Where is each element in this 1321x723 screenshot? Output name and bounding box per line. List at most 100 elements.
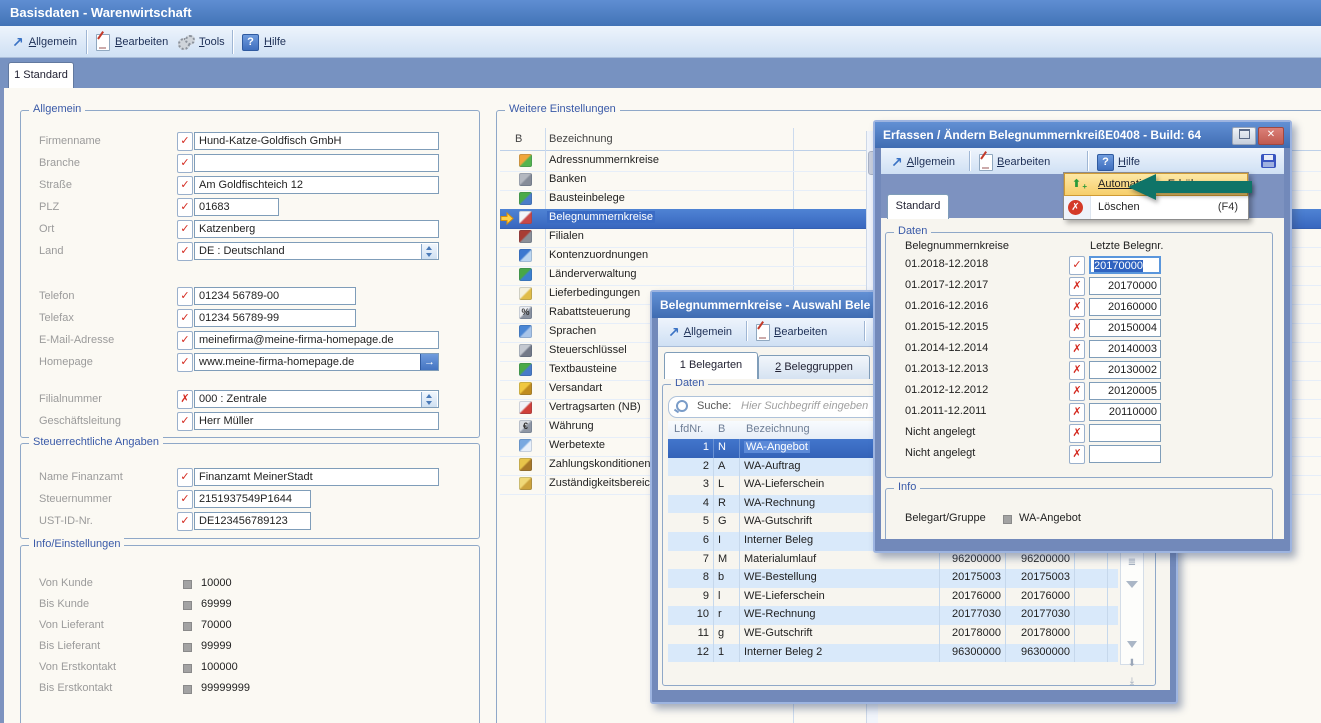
close-button[interactable]: ✕ [1258,127,1284,145]
field-plz[interactable]: 01683 [194,198,279,216]
belegnr-input[interactable]: 20110000 [1089,403,1161,421]
x-icon[interactable]: ✗ [1069,445,1085,464]
open-homepage-icon[interactable]: → [420,353,439,371]
last-row-icon[interactable]: ⤓ [1123,676,1141,687]
check-icon[interactable]: ✓ [177,309,193,328]
range-label: 01.2013-12.2013 [905,363,988,375]
check-icon[interactable]: ✓ [177,154,193,173]
belegnr-input[interactable]: 20170000 [1089,277,1161,295]
field-telefon[interactable]: 01234 56789-00 [194,287,356,305]
check-icon[interactable]: ✓ [177,490,193,509]
menu-item-tools[interactable]: Tools [178,31,225,53]
menu-item-hilfe[interactable]: ?Hilfe [1097,152,1140,172]
info-row-von-kunde: Von Kunde10000 [21,574,471,594]
main-title-bar: Basisdaten - Warenwirtschaft [0,0,1321,26]
field-firmenname[interactable]: Hund-Katze-Goldfisch GmbH [194,132,439,150]
save-icon[interactable] [1261,154,1276,168]
field-branche[interactable] [194,154,439,172]
menu-item-bearbeiten[interactable]: Bearbeiten [979,152,1050,172]
filter-icon[interactable] [1123,580,1141,591]
belegnr-input[interactable]: 20170000 [1089,256,1161,274]
field-gesch-ftsleitung[interactable]: Herr Müller [194,412,439,430]
check-icon[interactable]: ✓ [177,412,193,431]
x-icon[interactable]: ✗ [1069,298,1085,317]
col-bezeichnung[interactable]: Bezeichnung [746,423,810,435]
menu-item-bearbeiten[interactable]: Bearbeiten [756,322,827,342]
field-label: Telefax [39,312,74,324]
check-icon[interactable]: ✓ [177,331,193,350]
move-down-icon[interactable] [1123,640,1141,651]
field-land[interactable]: DE : Deutschland [194,242,439,260]
belegnr-input[interactable] [1089,445,1161,463]
menu-item-bearbeiten[interactable]: Bearbeiten [96,31,168,53]
check-icon[interactable]: ✓ [177,512,193,531]
field-stra-e[interactable]: Am Goldfischteich 12 [194,176,439,194]
belegnr-input[interactable] [1089,424,1161,442]
x-icon[interactable]: ✗ [1069,277,1085,296]
field-homepage[interactable]: www.meine-firma-homepage.de→ [194,353,439,371]
field-ust-id-nr-[interactable]: DE123456789123 [194,512,311,530]
table-row[interactable]: 9lWE-Lieferschein2017600020176000 [668,588,1118,607]
tab-standard-edit[interactable]: Standard [887,194,949,219]
nummernkreis-row: 01.2017-12.2017✗20170000 [881,277,1271,297]
check-icon[interactable]: ✓ [177,353,193,372]
field-steuernummer[interactable]: 2151937549P1644 [194,490,311,508]
cell-code: b [714,569,740,588]
x-icon[interactable]: ✗ [1069,403,1085,422]
check-icon[interactable]: ✓ [1069,256,1085,275]
restore-button[interactable] [1232,127,1256,145]
list-icon[interactable]: ≣ [1123,557,1141,568]
field-filialnummer[interactable]: 000 : Zentrale [194,390,439,408]
table-row[interactable]: 10rWE-Rechnung2017703020177030 [668,606,1118,625]
belegnr-input[interactable]: 20150004 [1089,319,1161,337]
tab-beleggruppen[interactable]: 2 Beleggruppen [758,355,870,379]
form-row-firmenname: Firmenname✓Hund-Katze-Goldfisch GmbH [21,132,471,152]
belegnr-input[interactable]: 20120005 [1089,382,1161,400]
table-row[interactable]: 8bWE-Bestellung2017500320175003 [668,569,1118,588]
menu-item-allgemein[interactable]: ↗Allgemein [12,31,77,53]
col-lfdnr[interactable]: LfdNr. [674,423,703,435]
check-icon[interactable]: ✓ [177,242,193,261]
col-b[interactable]: B [718,423,725,435]
field-name-finanzamt[interactable]: Finanzamt MeinerStadt [194,468,439,486]
table-row[interactable]: 11gWE-Gutschrift2017800020178000 [668,625,1118,644]
menu-item-allgemein[interactable]: ↗Allgemein [668,322,732,342]
x-icon[interactable]: ✗ [1069,361,1085,380]
field-telefax[interactable]: 01234 56789-99 [194,309,356,327]
x-icon[interactable]: ✗ [1069,319,1085,338]
cell-extra [1075,625,1108,644]
belegnummernkreise-icon [519,211,532,224]
x-icon[interactable]: ✗ [1069,424,1085,443]
settings-item-label: Versandart [549,382,602,394]
table-row[interactable]: 7MMaterialumlauf9620000096200000 [668,551,1118,570]
table-row[interactable]: 121Interner Beleg 29630000096300000 [668,644,1118,663]
menu-item-hilfe[interactable]: ?Hilfe [242,31,286,53]
help-icon: ? [242,34,259,51]
check-icon[interactable]: ✓ [177,220,193,239]
spinner-buttons[interactable] [421,392,437,407]
belegnr-input[interactable]: 20160000 [1089,298,1161,316]
menu-item-allgemein[interactable]: ↗Allgemein [891,152,955,172]
belegnr-input[interactable]: 20130002 [1089,361,1161,379]
check-icon[interactable]: ✓ [177,198,193,217]
belegnr-input[interactable]: 20140003 [1089,340,1161,358]
group-settings-title: Weitere Einstellungen [505,103,620,115]
field-label: Land [39,245,63,257]
spinner-buttons[interactable] [421,244,437,259]
cell-code: I [714,532,740,551]
main-tab-strip: 1 Standard [0,58,1321,88]
tab-belegarten[interactable]: 1 Belegarten [664,352,758,379]
tab-standard[interactable]: 1 Standard [8,62,74,89]
check-icon[interactable]: ✓ [177,287,193,306]
check-icon[interactable]: ✓ [177,176,193,195]
x-icon[interactable]: ✗ [177,390,193,409]
arrow-down-icon[interactable]: ⬇ [1123,658,1141,669]
settings-item-label: Bausteinbelege [549,192,625,204]
field-e-mail-adresse[interactable]: meinefirma@meine-firma-homepage.de [194,331,439,349]
check-icon[interactable]: ✓ [177,132,193,151]
check-icon[interactable]: ✓ [177,468,193,487]
field-ort[interactable]: Katzenberg [194,220,439,238]
x-icon[interactable]: ✗ [1069,382,1085,401]
x-icon[interactable]: ✗ [1069,340,1085,359]
edit-dialog-title-bar[interactable]: Erfassen / Ändern BelegnummernkreißE0408… [875,122,1290,148]
